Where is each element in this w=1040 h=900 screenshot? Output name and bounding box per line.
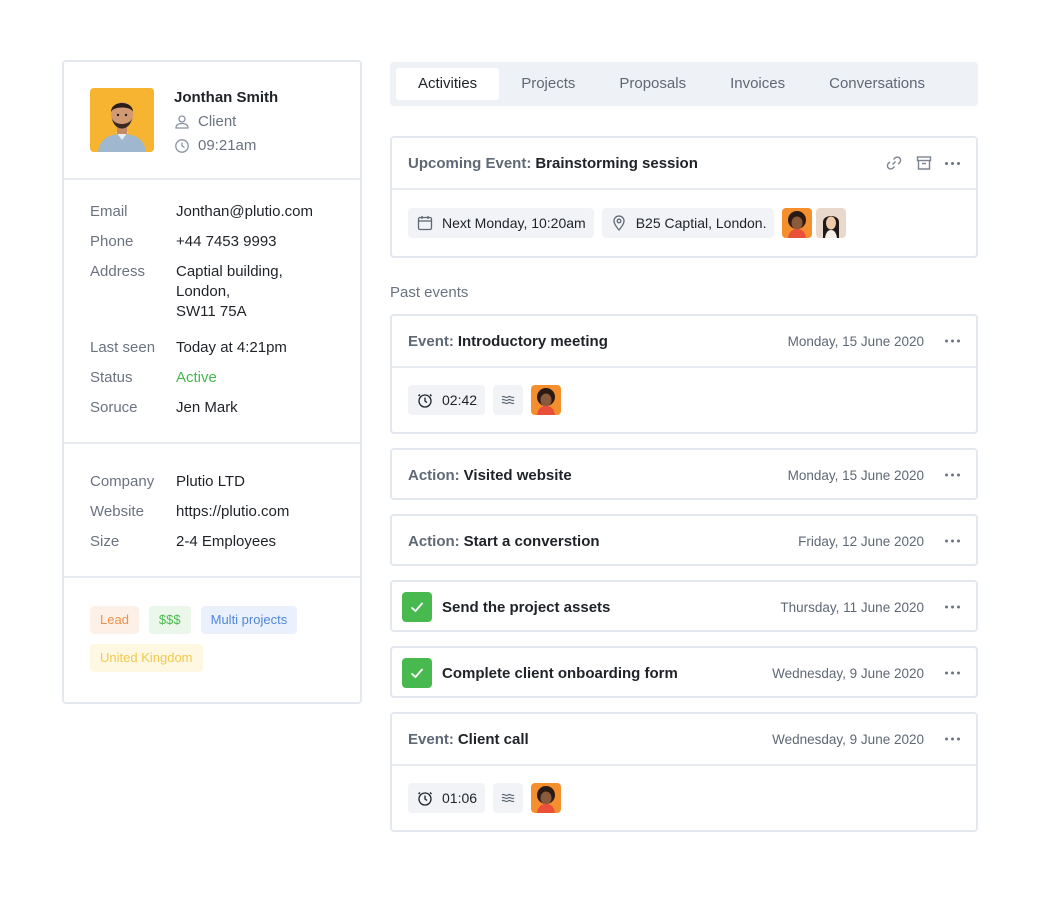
timer-icon [418,394,432,408]
clock-icon [175,138,189,153]
status-badge: Active [176,369,217,386]
transcript-chip[interactable] [493,783,524,813]
activity-body: 01:06 [392,764,976,830]
wave-icon [501,793,515,803]
last-seen-value: Today at 4:21pm [176,339,287,356]
activity-title: Introductory meeting [457,332,608,350]
attendee-avatar[interactable] [531,385,562,415]
upcoming-event-header: Upcoming Event: Brainstorming session [392,138,976,188]
tab-invoices[interactable]: Invoices [708,68,807,100]
attendee-avatar[interactable] [816,208,847,238]
task-header: Complete client onboarding form Wednesda… [392,648,976,698]
tag-budget[interactable]: $$$ [148,606,191,634]
website-link[interactable]: https://plutio.com [176,502,289,522]
more-icon[interactable] [945,539,960,543]
client-name: Jonthan Smith [174,89,279,106]
attendee-avatar[interactable] [531,783,562,813]
activity-title: Start a converstion [463,532,600,550]
task-complete-checkbox[interactable] [402,592,432,622]
activity-header: Action: Visited website Monday, 15 June … [392,450,976,500]
size-row: Size 2-4 Employees [90,533,277,550]
archive-icon[interactable] [915,154,933,172]
tag-lead[interactable]: Lead [90,606,139,634]
tab-conversations[interactable]: Conversations [807,68,947,100]
activity-card[interactable]: Event: Client call Wednesday, 9 June 202… [390,712,978,832]
task-complete-checkbox[interactable] [402,658,432,688]
client-profile-card: Jonthan Smith Client 09:21am Email Jontha… [62,60,362,704]
tag-united-kingdom[interactable]: United Kingdom [90,644,203,672]
activity-title: Client call [457,730,529,748]
status-row: Status Active [90,369,217,386]
more-icon[interactable] [945,605,960,609]
upcoming-event-card[interactable]: Upcoming Event: Brainstorming session Ne… [390,136,978,258]
contact-details: Email Jonthan@plutio.com Phone +44 7453 99… [64,180,360,444]
activity-date: Wednesday, 9 June 2020 [772,731,924,747]
tab-activities[interactable]: Activities [396,68,500,100]
activity-date: Monday, 15 June 2020 [787,467,924,483]
task-title: Send the project assets [442,598,611,616]
activity-date: Friday, 12 June 2020 [798,533,924,549]
source-row: Soruce Jen Mark [90,399,238,416]
task-card[interactable]: Complete client onboarding form Wednesda… [390,646,978,698]
company-details: Company Plutio LTD Website https://plutio.… [64,444,360,578]
phone-row: Phone +44 7453 9993 [90,232,277,252]
activity-header: Event: Introductory meeting Monday, 15 J… [392,316,976,366]
activity-header: Event: Client call Wednesday, 9 June 202… [392,714,976,764]
user-icon [175,114,189,129]
attendee-avatar[interactable] [782,208,813,238]
website-row: Website https://plutio.com [90,502,290,522]
more-icon[interactable] [945,473,960,477]
event-title: Brainstorming session [535,154,698,172]
more-icon[interactable] [945,161,960,165]
activity-card[interactable]: Action: Start a converstion Friday, 12 J… [390,514,978,566]
duration-chip[interactable]: 01:06 [408,783,486,813]
phone-value[interactable]: +44 7453 9993 [176,232,277,252]
upcoming-event-body: Next Monday, 10:20am B25 Captial, London… [392,188,976,256]
activity-card[interactable]: Event: Introductory meeting Monday, 15 J… [390,314,978,434]
address-row: Address Captial building, London, SW11 75… [90,263,283,320]
source-value: Jen Mark [176,399,238,416]
company-value: Plutio LTD [176,473,245,490]
email-row: Email Jonthan@plutio.com [90,202,313,222]
more-icon[interactable] [945,737,960,741]
event-date-chip[interactable]: Next Monday, 10:20am [408,208,594,238]
checkmark-icon [410,668,424,679]
checkmark-icon [410,602,424,613]
activity-body: 02:42 [392,366,976,432]
activity-card[interactable]: Action: Visited website Monday, 15 June … [390,448,978,500]
last-seen-row: Last seen Today at 4:21pm [90,339,287,356]
more-icon[interactable] [945,671,960,675]
timer-icon [418,792,432,806]
address-value: Captial building, London, SW11 75A [176,263,283,320]
task-title: Complete client onboarding form [442,664,678,682]
size-value: 2-4 Employees [176,533,277,550]
task-date: Wednesday, 9 June 2020 [772,665,924,681]
tab-projects[interactable]: Projects [499,68,597,100]
task-header: Send the project assets Thursday, 11 Jun… [392,582,976,632]
more-icon[interactable] [945,339,960,343]
client-role: Client [174,113,236,130]
tags-section: Lead $$$ Multi projects United Kingdom [64,578,360,702]
calendar-icon [417,216,433,231]
email-value[interactable]: Jonthan@plutio.com [176,202,313,222]
avatar[interactable] [90,88,154,152]
transcript-chip[interactable] [493,385,524,415]
event-location-chip[interactable]: B25 Captial, London. [601,208,775,238]
activity-header: Action: Start a converstion Friday, 12 J… [392,516,976,566]
link-icon[interactable] [885,154,903,172]
wave-icon [501,395,515,405]
tab-proposals[interactable]: Proposals [597,68,708,100]
location-pin-icon [613,215,625,231]
tag-multi-projects[interactable]: Multi projects [200,606,298,634]
task-card[interactable]: Send the project assets Thursday, 11 Jun… [390,580,978,632]
client-local-time: 09:21am [174,137,256,154]
duration-chip[interactable]: 02:42 [408,385,486,415]
past-events-heading: Past events [390,284,469,301]
profile-header: Jonthan Smith Client 09:21am [64,62,360,180]
activity-date: Monday, 15 June 2020 [787,333,924,349]
activity-title: Visited website [463,466,572,484]
task-date: Thursday, 11 June 2020 [780,599,924,615]
company-row: Company Plutio LTD [90,473,245,490]
tab-bar: Activities Projects Proposals Invoices C… [390,62,978,106]
